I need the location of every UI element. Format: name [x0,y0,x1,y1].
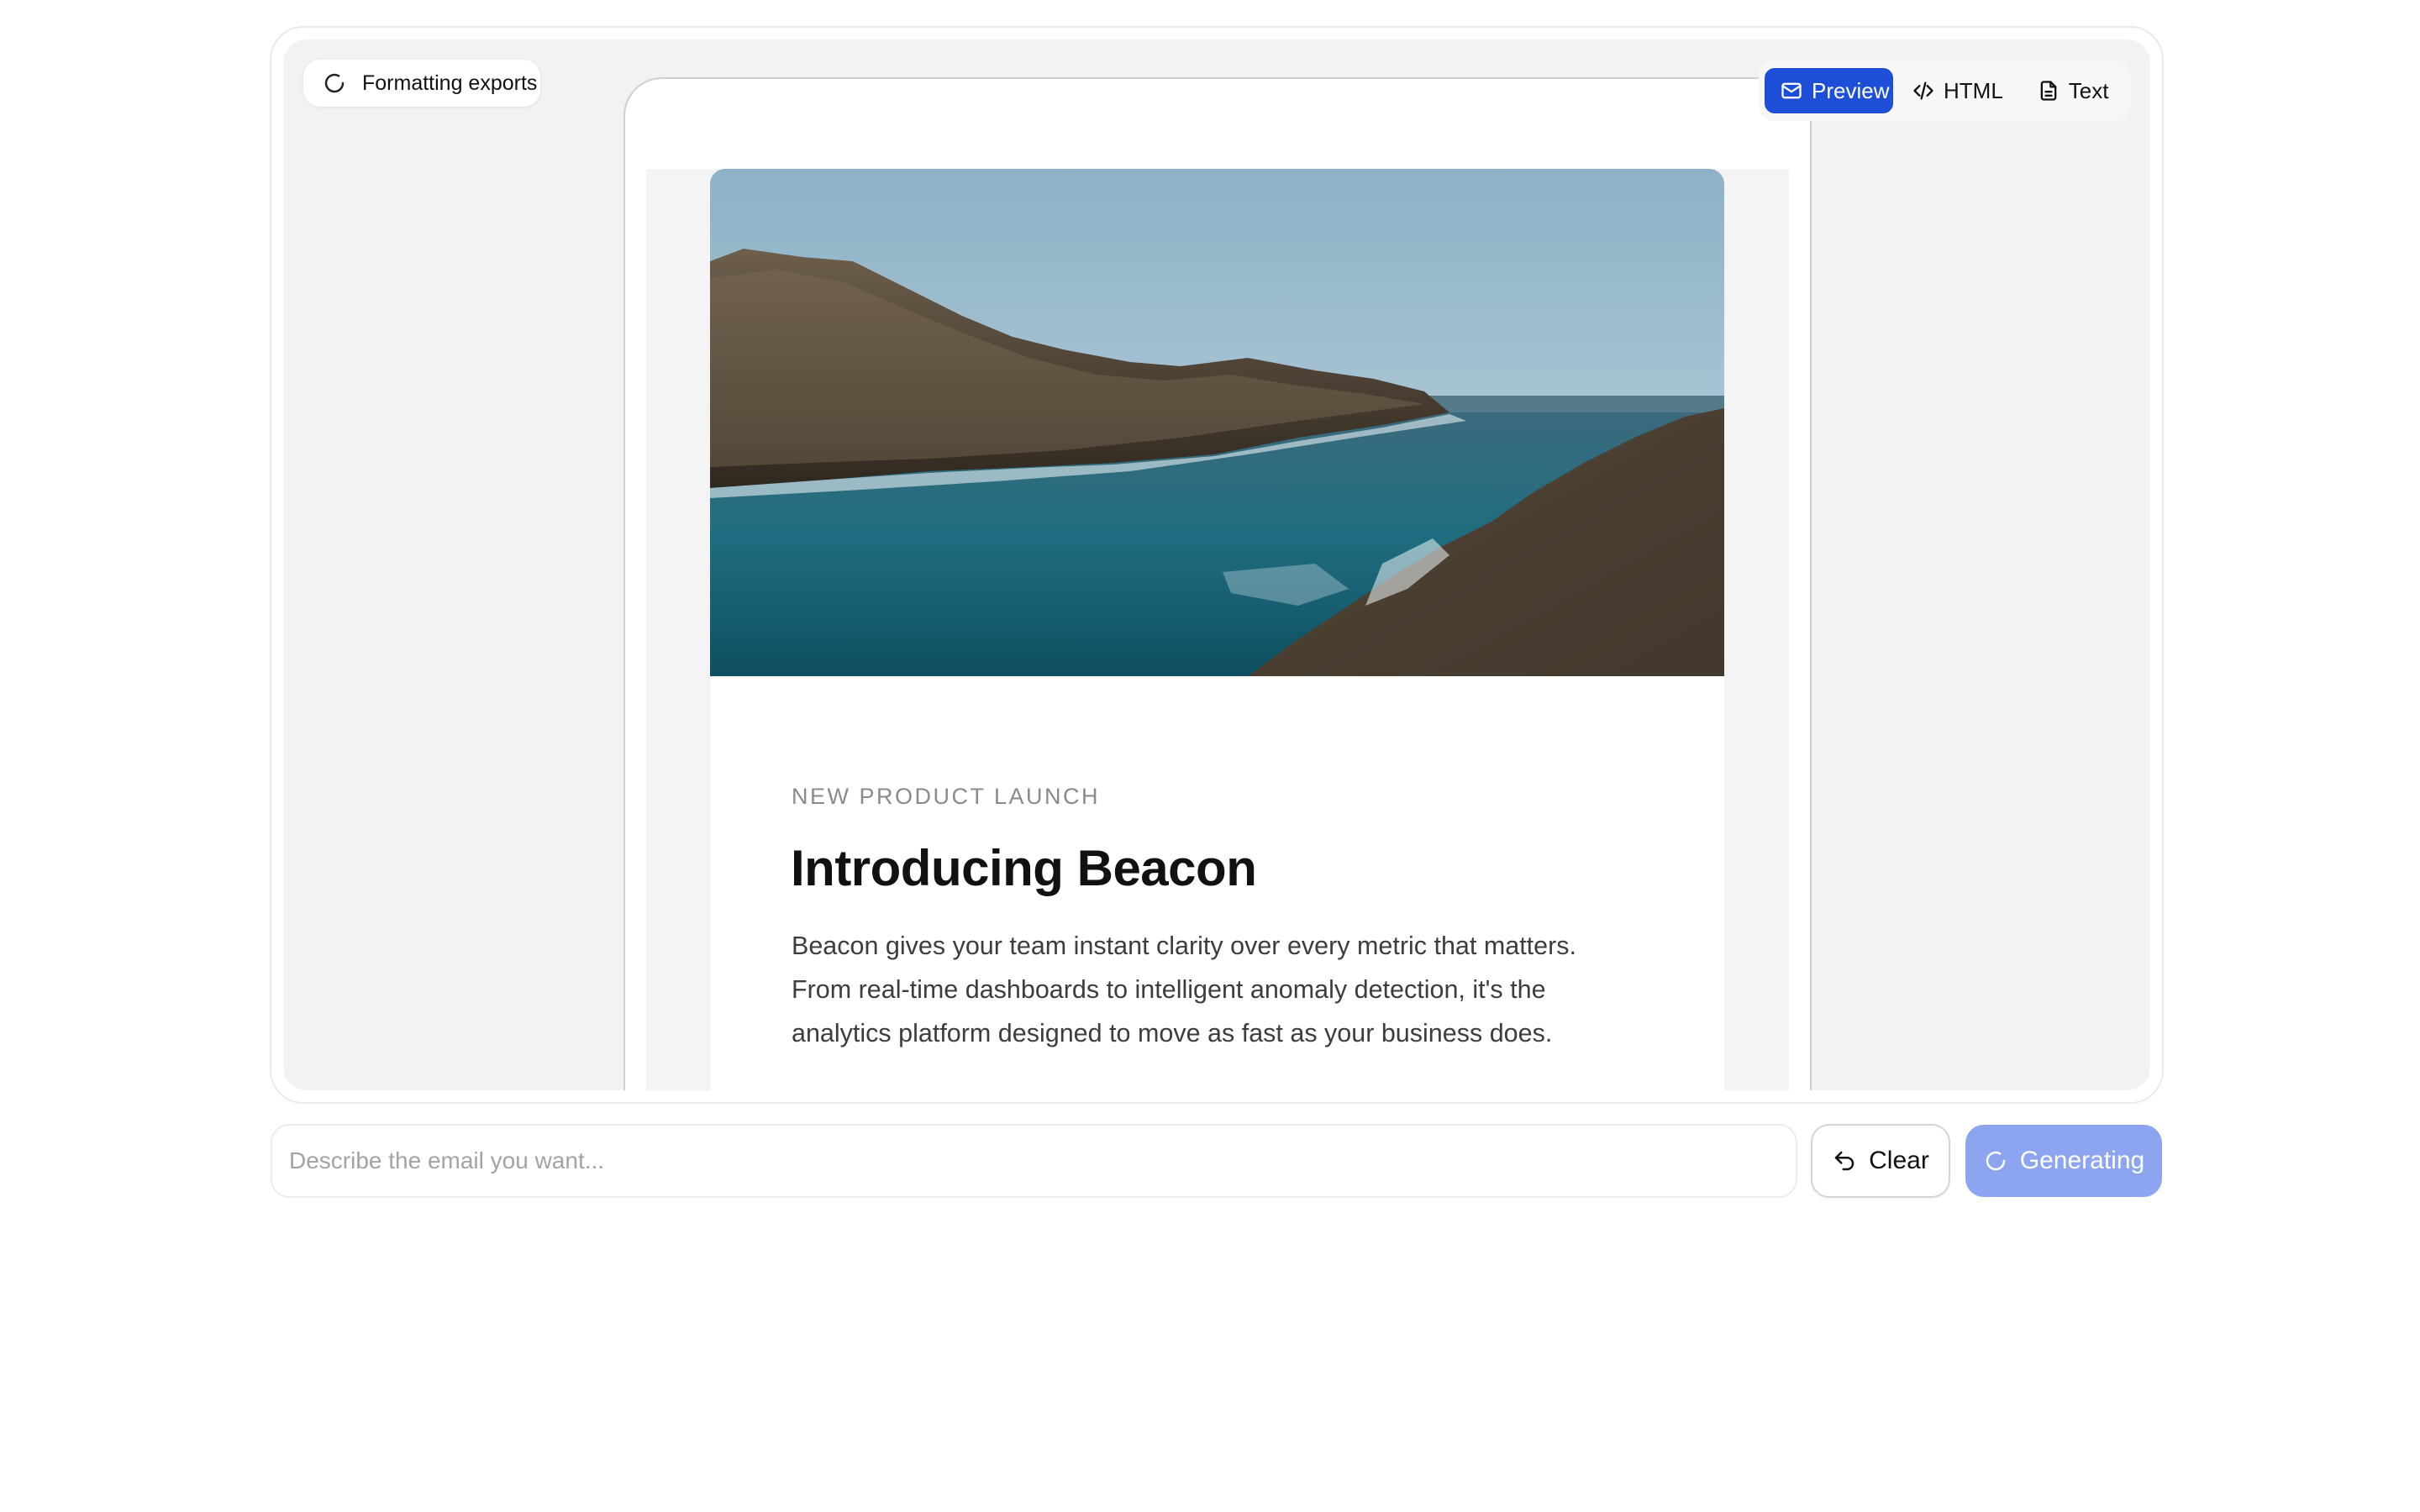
tab-text[interactable]: Text [2022,68,2124,113]
status-indicator: Formatting exports [303,60,540,107]
clear-button[interactable]: Clear [1811,1124,1950,1198]
generate-button-label: Generating [2019,1147,2145,1174]
generate-button[interactable]: Generating [1965,1125,2162,1197]
loading-spinner-icon [1983,1148,2008,1173]
tab-text-label: Text [2068,77,2109,103]
clear-button-label: Clear [1869,1147,1929,1174]
mail-icon [1780,79,1803,102]
loading-spinner-icon [322,71,347,96]
email-eyebrow: NEW PRODUCT LAUNCH [792,784,1101,809]
hero-image [710,169,1724,676]
email-body: Beacon gives your team instant clarity o… [792,932,1577,1047]
tab-preview-label: Preview [1812,77,1890,103]
email-preview: NEW PRODUCT LAUNCH Introducing Beacon Be… [710,169,1724,1090]
tab-html-label: HTML [1944,77,2003,103]
view-tabs: Preview HTML Text [1759,60,2131,121]
code-icon [1912,79,1935,102]
email-prompt-input[interactable] [271,1124,1797,1198]
preview-stage: Formatting exports NEW PRODUCT LAUNCH In… [283,39,2150,1090]
tab-html[interactable]: HTML [1897,68,2018,113]
tab-preview[interactable]: Preview [1765,68,1893,113]
document-icon [2037,79,2060,102]
status-label: Formatting exports [362,71,538,95]
email-headline: Introducing Beacon [791,840,1257,896]
undo-icon [1832,1148,1857,1173]
